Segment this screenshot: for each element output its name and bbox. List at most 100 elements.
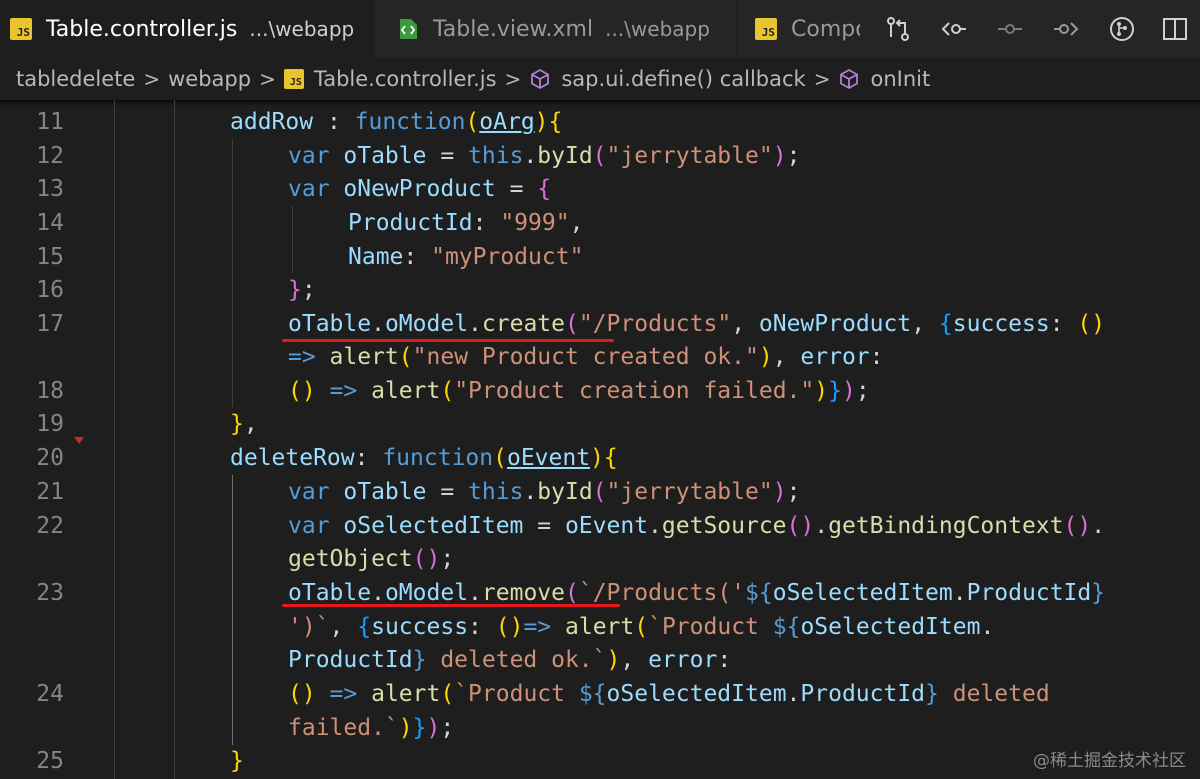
breadcrumb-item-webapp[interactable]: webapp <box>168 67 251 91</box>
code-token: success <box>371 614 469 640</box>
code-token: alert <box>329 344 399 370</box>
code-token: } <box>230 411 244 437</box>
go-forward-button[interactable] <box>1038 0 1094 58</box>
code-token: oTable <box>288 311 372 337</box>
compare-changes-button[interactable] <box>870 0 926 58</box>
annotation-underline <box>282 604 620 607</box>
source-control-icon <box>1110 17 1134 41</box>
code-token: oSelectedItem <box>343 513 524 539</box>
code-token: alert <box>371 681 441 707</box>
code-token: () <box>1077 311 1106 337</box>
breadcrumb-item-oninit[interactable]: onInit <box>838 67 930 91</box>
code-token: ( <box>440 378 455 404</box>
js-file-icon: JS <box>283 69 304 89</box>
code-token: ; <box>440 546 455 572</box>
line-number: 18 <box>36 378 64 404</box>
code-token: function <box>354 109 466 135</box>
code-line: () => alert(`Product ${oSelectedItem.Pro… <box>288 677 1050 711</box>
code-token: ProductId <box>800 681 926 707</box>
code-token: "999" <box>500 210 570 236</box>
code-token: } <box>828 378 842 404</box>
code-token: : <box>1049 311 1078 337</box>
code-token: => <box>315 378 372 404</box>
line-number: 19 <box>36 411 64 437</box>
breadcrumb-label: webapp <box>168 67 252 91</box>
commit-button[interactable] <box>982 0 1038 58</box>
method-cube-icon <box>840 68 859 90</box>
code-line: deleteRow: function(oEvent){ <box>230 441 618 475</box>
commit-dot-icon <box>998 24 1022 34</box>
code-token: , <box>911 311 939 337</box>
code-token: byId <box>537 143 593 169</box>
code-token: } <box>288 277 302 303</box>
code-token: } <box>925 681 939 707</box>
code-token: Name <box>348 244 404 270</box>
breadcrumb-label: sap.ui.define() callback <box>561 67 806 91</box>
line-number: 24 <box>36 681 64 707</box>
code-token: . <box>980 614 995 640</box>
indent-guide <box>232 139 233 407</box>
code-token: `/Products(' <box>578 580 746 606</box>
indent-guide <box>114 100 115 779</box>
code-editor[interactable]: 11 12 13 14 15 16 17 18 19 20 21 22 23 2… <box>0 100 1200 779</box>
tab-table-controller-js[interactable]: JS Table.controller.js ...\webapp ✕ <box>0 0 374 58</box>
code-token: ProductId <box>966 580 1092 606</box>
annotation-underline <box>282 339 614 342</box>
code-token: . <box>1091 513 1106 539</box>
code-line: failed.`)}); <box>288 711 454 745</box>
code-token: ) <box>590 445 604 471</box>
code-token: ')` <box>288 614 330 640</box>
line-number: 16 <box>36 277 64 303</box>
tab-table-view-xml[interactable]: Table.view.xml ...\webapp <box>374 0 736 58</box>
breadcrumb-item-file[interactable]: JS Table.controller.js <box>283 67 497 91</box>
code-token: ( <box>565 580 579 606</box>
code-token: } <box>230 748 244 774</box>
code-token: "new Product created ok." <box>412 344 759 370</box>
code-token: ( <box>493 445 507 471</box>
code-token: alert <box>565 614 635 640</box>
code-token: { <box>537 176 552 202</box>
code-token: () <box>495 614 524 640</box>
code-token: var <box>288 176 344 202</box>
code-token: => <box>523 614 565 640</box>
code-token: getObject <box>288 546 413 572</box>
code-token: ( <box>440 681 455 707</box>
code-token: } <box>412 715 427 741</box>
code-line: } <box>230 744 244 778</box>
indent-guide <box>292 206 293 273</box>
code-token: remove <box>481 580 565 606</box>
editor-actions-toolbar <box>860 0 1200 58</box>
code-token: . <box>468 580 482 606</box>
code-token: byId <box>537 479 593 505</box>
code-token: . <box>468 311 482 337</box>
code-token: ) <box>534 109 549 135</box>
code-token: getSource <box>661 513 787 539</box>
code-line: var oTable = this.byId("jerrytable"); <box>288 139 800 173</box>
code-token: this <box>468 479 524 505</box>
indent-guide <box>174 100 175 779</box>
tab-path: ...\webapp <box>249 17 355 41</box>
js-file-icon: JS <box>755 18 777 40</box>
code-token: () <box>412 546 441 572</box>
code-token: oTable <box>343 143 427 169</box>
code-token: oSelectedItem <box>606 681 787 707</box>
go-back-button[interactable] <box>926 0 982 58</box>
line-number: 23 <box>36 580 64 606</box>
code-line: var oNewProduct = { <box>288 172 551 206</box>
code-token: deleted ok.` <box>426 647 607 673</box>
code-token: var <box>288 513 344 539</box>
code-line: oTable.oModel.create("/Products", oNewPr… <box>288 307 1105 341</box>
breadcrumb-item-tabledelete[interactable]: tabledelete <box>16 67 135 91</box>
code-line: () => alert("Product creation failed.")}… <box>288 374 870 408</box>
code-token: , <box>731 311 759 337</box>
code-token: var <box>288 479 344 505</box>
editor-tab-bar: JS Table.controller.js ...\webapp ✕ Tabl… <box>0 0 1200 58</box>
method-cube-icon <box>531 68 550 90</box>
breadcrumb-item-define-callback[interactable]: sap.ui.define() callback <box>529 67 806 91</box>
source-control-button[interactable] <box>1094 0 1150 58</box>
code-line: ')`, {success: ()=> alert(`Product ${oSe… <box>288 610 994 644</box>
split-editor-button[interactable] <box>1150 0 1200 58</box>
code-token: = <box>523 513 565 539</box>
breadcrumb: tabledelete > webapp > JS Table.controll… <box>0 58 1200 100</box>
code-token: : <box>717 647 732 673</box>
